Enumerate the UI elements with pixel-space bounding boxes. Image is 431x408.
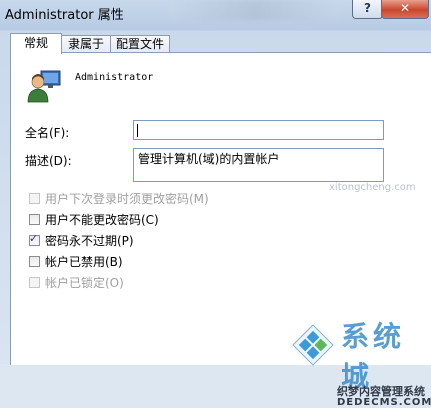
help-icon: ? xyxy=(364,1,371,15)
checkbox-box[interactable] xyxy=(29,214,40,225)
description-field[interactable]: 管理计算机(域)的内置帐户 xyxy=(133,148,384,182)
checkbox-label: 密码永不过期(P) xyxy=(45,234,134,248)
title-bar: Administrator 属性 ? ✕ xyxy=(0,0,431,26)
fullname-label: 全名(F): xyxy=(25,126,70,140)
brand-url: DEDECMS.COM xyxy=(337,397,431,408)
checkbox-label: 用户不能更改密码(C) xyxy=(45,213,159,227)
corner-watermark: xitongcheng.com xyxy=(329,182,416,193)
user-name: Administrator xyxy=(75,72,154,83)
text-caret xyxy=(137,124,138,137)
checkbox-box[interactable] xyxy=(29,193,40,204)
description-label: 描述(D): xyxy=(25,154,72,168)
general-tab-panel: Administrator 全名(F): 描述(D): 管理计算机(域)的内置帐… xyxy=(10,52,431,408)
checkbox-box[interactable]: ✓ xyxy=(29,232,40,246)
help-button[interactable]: ? xyxy=(352,0,383,19)
tab-profile[interactable]: 配置文件 xyxy=(110,35,170,53)
window-title: Administrator 属性 xyxy=(5,8,124,23)
fullname-field[interactable] xyxy=(133,120,384,140)
description-value: 管理计算机(域)的内置帐户 xyxy=(138,152,280,166)
blurred-title-region xyxy=(170,0,340,20)
tab-general[interactable]: 常规 xyxy=(10,33,62,54)
dialog-window: Administrator 属性 ? ✕ 常规 隶属于 配置文件 Adminis… xyxy=(0,0,431,408)
checkbox-box[interactable] xyxy=(29,256,40,267)
checkbox-label: 帐户已禁用(B) xyxy=(45,255,123,269)
user-avatar-icon xyxy=(27,70,61,103)
checkbox-label: 用户下次登录时须更改密码(M) xyxy=(45,192,209,206)
close-button[interactable]: ✕ xyxy=(381,0,429,19)
checkbox-box[interactable] xyxy=(29,277,40,288)
close-icon: ✕ xyxy=(399,1,411,15)
tab-member-of[interactable]: 隶属于 xyxy=(61,35,111,53)
checkmark-icon: ✓ xyxy=(29,232,39,245)
checkbox-label: 帐户已锁定(O) xyxy=(45,276,124,290)
windows-logo-icon xyxy=(292,324,334,366)
